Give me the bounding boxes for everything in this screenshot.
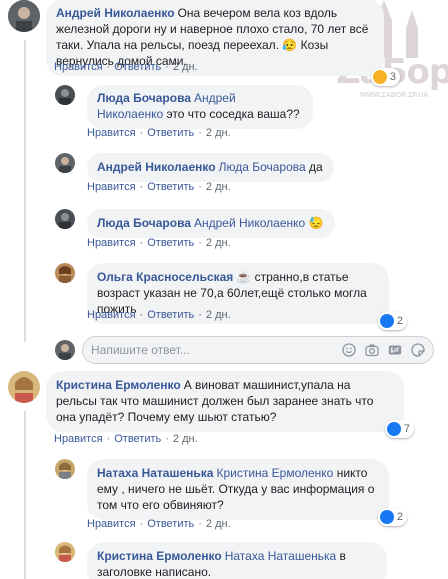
reply-link[interactable]: Ответить bbox=[114, 61, 161, 73]
reaction-count: 7 bbox=[403, 423, 410, 435]
comment-actions: Нравится · Ответить · 2 дн. bbox=[87, 181, 231, 193]
current-user-avatar bbox=[55, 340, 75, 360]
comment-mention[interactable]: Андрей Николаенко bbox=[194, 216, 305, 230]
reply-comment: Люда Бочарова Андрей Николаенко 😓 bbox=[55, 209, 335, 238]
reaction-badge[interactable]: 2 bbox=[377, 312, 407, 330]
gif-icon[interactable] bbox=[388, 343, 402, 357]
comment-time: 2 дн. bbox=[205, 309, 231, 321]
reply-comment: Люда Бочарова Андрей Николаенко это что с… bbox=[55, 85, 313, 129]
reply-link[interactable]: Ответить bbox=[147, 309, 194, 321]
reply-link[interactable]: Ответить bbox=[114, 433, 161, 445]
like-reaction-icon bbox=[386, 422, 401, 436]
reply-comment: Кристина Ермоленко Натаха Наташенька в за… bbox=[55, 542, 387, 579]
avatar[interactable] bbox=[55, 263, 75, 283]
comment-author[interactable]: Андрей Николаенко bbox=[56, 6, 175, 20]
reaction-badge[interactable]: 7 bbox=[384, 420, 414, 438]
comment-time: 2 дн. bbox=[205, 181, 231, 193]
reply-input[interactable] bbox=[91, 343, 342, 357]
comment-time: 2 дн. bbox=[205, 127, 231, 139]
avatar[interactable] bbox=[55, 153, 75, 173]
reaction-badge[interactable]: 3 bbox=[370, 68, 400, 86]
comment-time: 2 дн. bbox=[205, 518, 231, 530]
watermark-url: WWW.ZABOR.ZP.UA bbox=[360, 92, 429, 99]
comment-actions: Нравится · Ответить · 2 дн. bbox=[87, 309, 231, 321]
comment-actions: Нравится · Ответить · 2 дн. bbox=[87, 518, 231, 530]
like-link[interactable]: Нравится bbox=[87, 309, 136, 321]
reaction-badge[interactable]: 2 bbox=[377, 508, 407, 526]
reply-comment: Андрей Николаенко Люда Бочарова да bbox=[55, 153, 334, 182]
comment-text: это что соседка ваша?? bbox=[166, 107, 300, 121]
reply-composer[interactable] bbox=[82, 336, 434, 364]
comment-author[interactable]: Люда Бочарова bbox=[97, 91, 191, 105]
comment-bubble: Кристина Ермоленко Натаха Наташенька в за… bbox=[87, 542, 387, 579]
comment-bubble: Натаха Наташенька Кристина Ермоленко никт… bbox=[87, 459, 407, 526]
comment-author[interactable]: Андрей Николаенко bbox=[97, 160, 216, 174]
comment-actions: Нравится · Ответить · 2 дн. bbox=[87, 237, 231, 249]
avatar[interactable] bbox=[55, 542, 75, 562]
reply-link[interactable]: Ответить bbox=[147, 237, 194, 249]
reply-link[interactable]: Ответить bbox=[147, 181, 194, 193]
comment-time: 2 дн. bbox=[205, 237, 231, 249]
comment-bubble: Кристина Ермоленко А виноват машинист,упа… bbox=[46, 371, 414, 438]
comment-author[interactable]: Ольга Красносельская bbox=[97, 270, 233, 284]
comment-actions: Нравится · Ответить · 2 дн. bbox=[54, 61, 198, 73]
like-link[interactable]: Нравится bbox=[54, 61, 103, 73]
like-reaction-icon bbox=[379, 314, 394, 328]
comment-actions: Нравится · Ответить · 2 дн. bbox=[54, 433, 198, 445]
comment-author[interactable]: Натаха Наташенька bbox=[97, 466, 213, 480]
avatar[interactable] bbox=[55, 209, 75, 229]
comment-text: да bbox=[309, 160, 323, 174]
like-link[interactable]: Нравится bbox=[87, 127, 136, 139]
reply-link[interactable]: Ответить bbox=[147, 518, 194, 530]
comment-time: 2 дн. bbox=[172, 433, 198, 445]
comment: Кристина Ермоленко А виноват машинист,упа… bbox=[8, 371, 414, 438]
reply-comment: Натаха Наташенька Кристина Ермоленко никт… bbox=[55, 459, 407, 526]
comment-mention[interactable]: Кристина Ермоленко bbox=[216, 466, 333, 480]
comment-bubble: Люда Бочарова Андрей Николаенко это что с… bbox=[87, 85, 313, 129]
sad-reaction-icon bbox=[372, 70, 387, 84]
comment-author[interactable]: Люда Бочарова bbox=[97, 216, 191, 230]
comment-time: 2 дн. bbox=[172, 61, 198, 73]
comment-text: 😓 bbox=[308, 216, 324, 230]
like-link[interactable]: Нравится bbox=[87, 518, 136, 530]
reply-link[interactable]: Ответить bbox=[147, 127, 194, 139]
like-link[interactable]: Нравится bbox=[87, 237, 136, 249]
reaction-count: 3 bbox=[389, 71, 396, 83]
thread-line bbox=[24, 40, 26, 342]
camera-icon[interactable] bbox=[365, 343, 379, 357]
comment-mention[interactable]: Люда Бочарова bbox=[219, 160, 306, 174]
reaction-count: 2 bbox=[396, 511, 403, 523]
comment-author[interactable]: Кристина Ермоленко bbox=[56, 378, 181, 392]
comment-actions: Нравится · Ответить · 2 дн. bbox=[87, 127, 231, 139]
avatar[interactable] bbox=[8, 371, 40, 403]
like-link[interactable]: Нравится bbox=[54, 433, 103, 445]
emoji-icon[interactable] bbox=[342, 343, 356, 357]
comment-bubble: Люда Бочарова Андрей Николаенко 😓 bbox=[87, 209, 335, 238]
comment-author[interactable]: Кристина Ермоленко bbox=[97, 549, 222, 563]
sticker-icon[interactable] bbox=[411, 343, 425, 357]
like-link[interactable]: Нравится bbox=[87, 181, 136, 193]
like-reaction-icon bbox=[379, 510, 394, 524]
reaction-count: 2 bbox=[396, 315, 403, 327]
avatar[interactable] bbox=[8, 0, 40, 32]
comment-bubble: Андрей Николаенко Люда Бочарова да bbox=[87, 153, 334, 182]
comment-mention[interactable]: Натаха Наташенька bbox=[225, 549, 336, 563]
avatar[interactable] bbox=[55, 85, 75, 105]
thread-line bbox=[24, 411, 26, 579]
avatar[interactable] bbox=[55, 459, 75, 479]
